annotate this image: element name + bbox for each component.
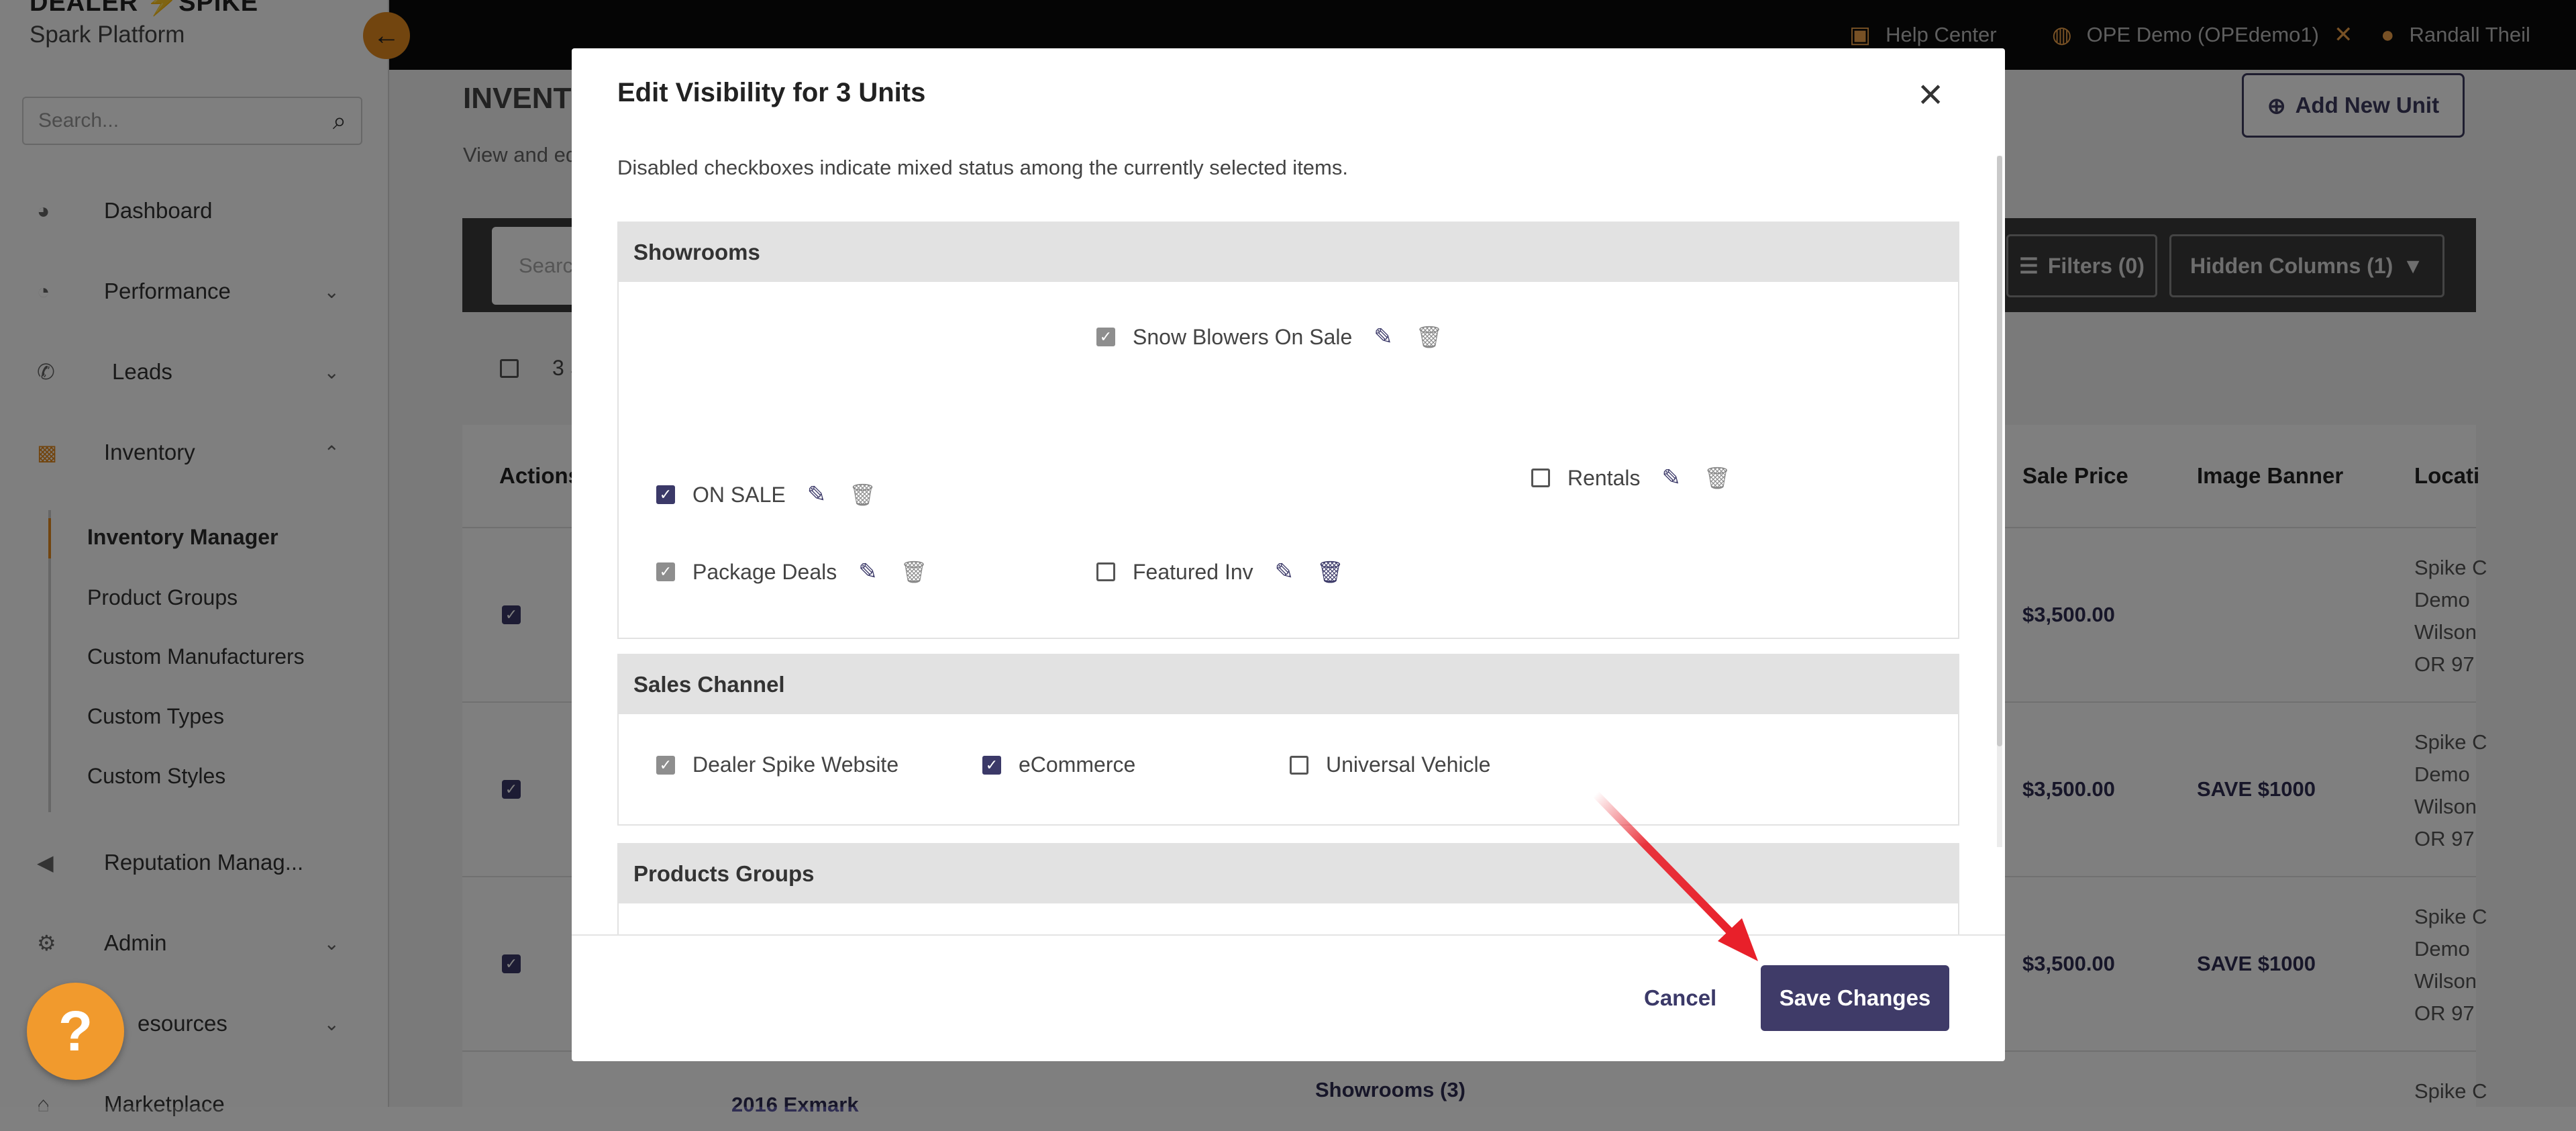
pencil-icon[interactable]: ✎ — [807, 481, 827, 508]
trash-icon[interactable]: 🗑 — [849, 482, 876, 507]
showroom-option-rentals[interactable]: Rentals ✎ 🗑 — [1531, 464, 1731, 491]
sales-channel-section: Sales Channel ✓ Dealer Spike Website ✓ e… — [617, 654, 1959, 826]
showroom-option-on-sale[interactable]: ✓ ON SALE ✎ 🗑 — [656, 481, 876, 508]
modal-scrollbar-thumb[interactable] — [1997, 156, 2002, 746]
channel-option-ecommerce[interactable]: ✓ eCommerce — [982, 752, 1135, 777]
showrooms-section: Showrooms ✓ Snow Blowers On Sale ✎ 🗑 ✓ O… — [617, 222, 1959, 639]
help-button[interactable]: ? — [27, 983, 124, 1080]
trash-icon[interactable]: 🗑 — [1416, 324, 1443, 350]
section-title: Showrooms — [619, 223, 1958, 282]
showroom-option-package-deals[interactable]: ✓ Package Deals ✎ 🗑 — [656, 558, 927, 585]
checkbox-mixed: ✓ — [1096, 328, 1115, 346]
checkbox-checked[interactable]: ✓ — [982, 755, 1001, 775]
edit-visibility-modal: Edit Visibility for 3 Units × Disabled c… — [572, 48, 2005, 1061]
section-title: Sales Channel — [619, 655, 1958, 714]
products-groups-section: Products Groups — [617, 843, 1959, 934]
pencil-icon[interactable]: ✎ — [1374, 324, 1393, 350]
modal-description: Disabled checkboxes indicate mixed statu… — [617, 156, 1348, 179]
checkbox-mixed: ✓ — [656, 562, 675, 581]
save-changes-button[interactable]: Save Changes — [1761, 965, 1949, 1031]
showroom-option-snow-blowers-on-sale[interactable]: ✓ Snow Blowers On Sale ✎ 🗑 — [1096, 324, 1443, 350]
checkbox-mixed: ✓ — [656, 755, 675, 775]
modal-footer-divider — [572, 934, 2005, 936]
checkbox-unchecked[interactable] — [1096, 562, 1115, 581]
question-icon: ? — [58, 999, 93, 1063]
section-title: Products Groups — [619, 844, 1958, 903]
trash-icon[interactable]: 🗑 — [900, 559, 928, 585]
checkbox-checked[interactable]: ✓ — [656, 485, 675, 504]
channel-option-universal-vehicle[interactable]: Universal Vehicle — [1290, 752, 1490, 777]
pencil-icon[interactable]: ✎ — [1662, 464, 1682, 491]
pencil-icon[interactable]: ✎ — [1275, 558, 1294, 585]
channel-option-dealer-spike-website[interactable]: ✓ Dealer Spike Website — [656, 752, 898, 777]
close-icon[interactable]: × — [1910, 72, 1951, 115]
checkbox-unchecked[interactable] — [1290, 755, 1308, 775]
showroom-option-featured-inv[interactable]: Featured Inv ✎ 🗑 — [1096, 558, 1344, 585]
checkbox-unchecked[interactable] — [1531, 469, 1550, 487]
cancel-button[interactable]: Cancel — [1644, 985, 1716, 1011]
trash-icon[interactable]: 🗑 — [1704, 465, 1731, 491]
trash-icon[interactable]: 🗑 — [1317, 559, 1344, 585]
pencil-icon[interactable]: ✎ — [858, 558, 878, 585]
modal-title: Edit Visibility for 3 Units — [617, 78, 926, 107]
